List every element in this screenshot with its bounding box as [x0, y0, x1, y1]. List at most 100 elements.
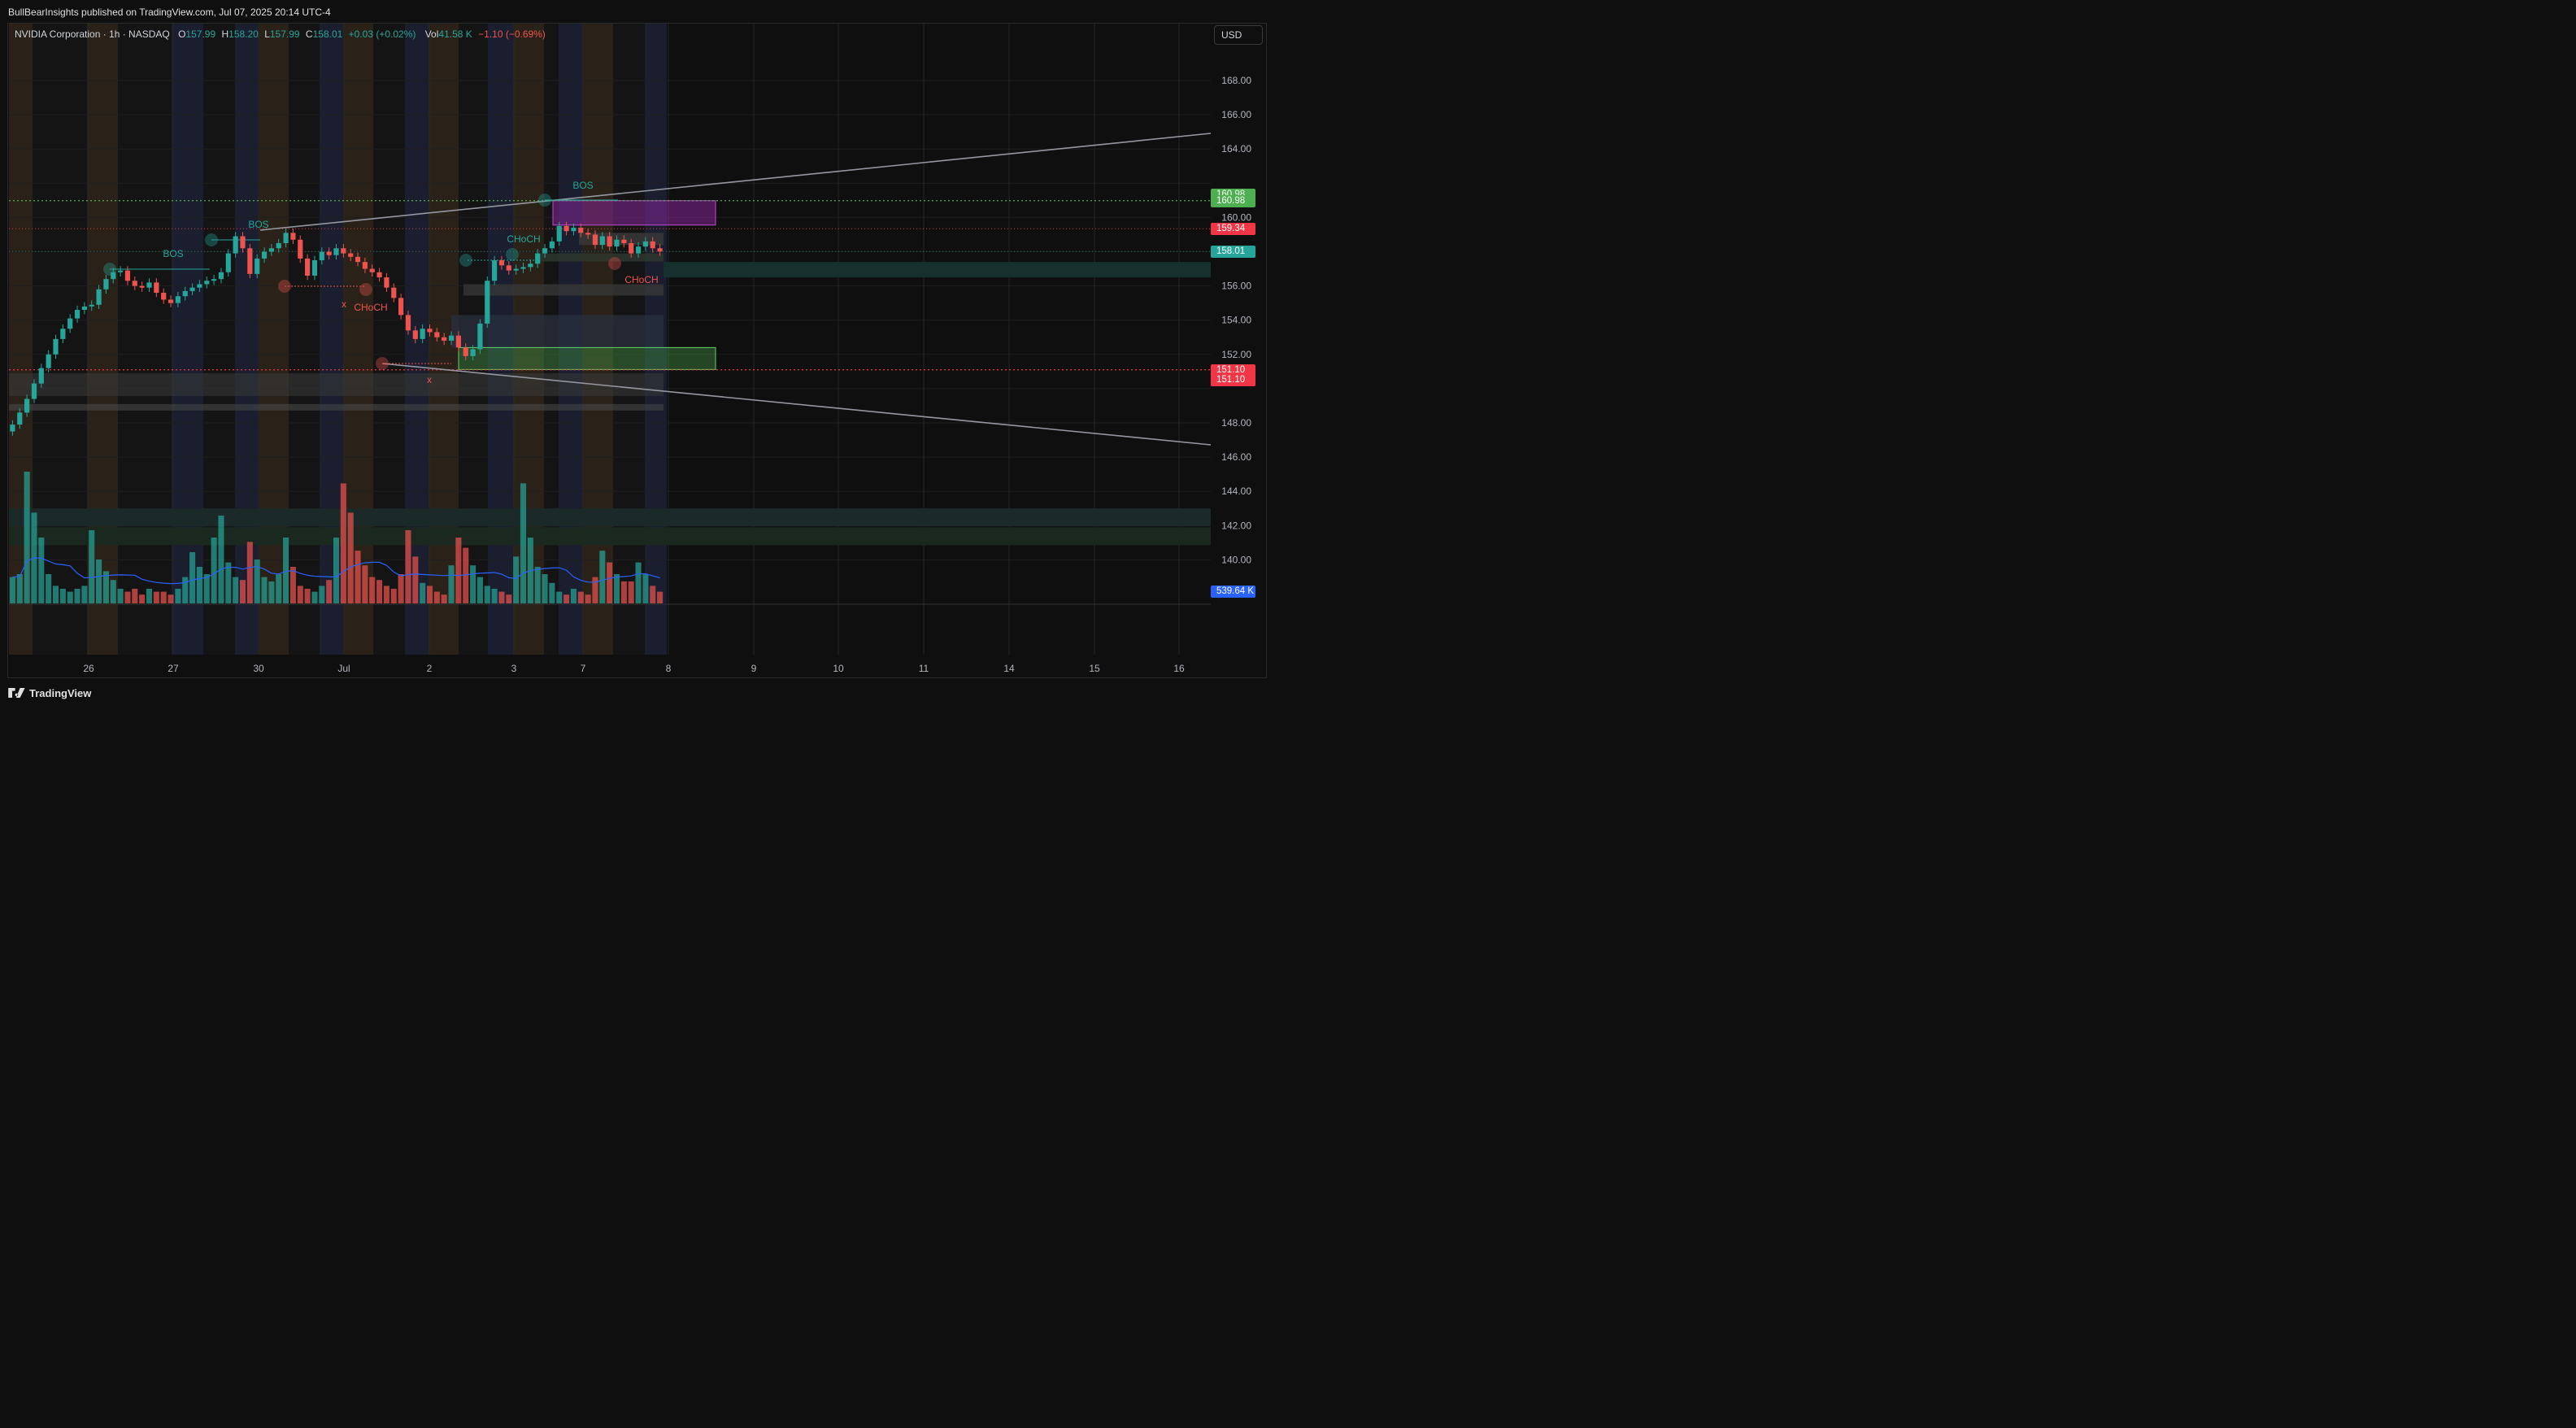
candle-body: [111, 272, 116, 280]
candle-body: [592, 234, 598, 246]
structure-label: CHoCH: [507, 233, 540, 245]
candle-body: [38, 368, 44, 384]
candle-body: [276, 242, 281, 249]
volume-bar: [620, 581, 627, 603]
candle-body: [255, 258, 260, 274]
volume-bar: [333, 538, 340, 603]
volume-bar: [420, 582, 426, 603]
volume-bar: [203, 574, 210, 603]
volume-bar: [24, 472, 30, 603]
volume-label: Vol: [424, 28, 439, 40]
volume-bar: [405, 530, 411, 603]
order-block-zone: [451, 315, 664, 348]
volume-bar: [74, 589, 80, 603]
volume-bar: [498, 591, 505, 603]
demand-zone: [458, 346, 716, 370]
high-label: H: [221, 28, 229, 40]
candle-body: [657, 248, 663, 252]
swing-point-marker: [538, 194, 551, 207]
chart-canvas[interactable]: BOS BOS BOS CHoCH CHoCH CHoCH x x 140.00 142.00 14…: [0, 0, 1275, 707]
volume-bar: [441, 594, 447, 603]
candle-body: [376, 272, 382, 278]
candle-body: [154, 282, 159, 294]
x-tick-label: 2: [427, 663, 433, 674]
volume-bar: [153, 591, 159, 603]
candle-body: [427, 329, 433, 333]
volume-bar: [239, 580, 246, 603]
candle-body: [132, 281, 137, 286]
swing-point-marker: [278, 280, 291, 293]
order-block-zone: [9, 403, 664, 411]
candle-body: [60, 329, 66, 339]
volume-bar: [650, 586, 656, 603]
tradingview-brand: TradingView: [29, 686, 92, 699]
volume-bar: [289, 567, 296, 603]
candle-body: [46, 354, 51, 368]
zone-band-upper: [9, 508, 1211, 527]
volume-bar: [175, 589, 181, 603]
candle-body: [247, 248, 253, 274]
volume-bar: [283, 538, 289, 603]
volume-bar: [146, 589, 153, 603]
volume-bar: [16, 574, 23, 603]
volume-bar: [297, 586, 303, 603]
price-tag: 539.64 K: [1211, 586, 1255, 598]
volume-bar: [549, 582, 555, 603]
volume-bar: [570, 589, 577, 603]
candle-body: [542, 248, 548, 254]
x-tick-label: 16: [1173, 663, 1185, 674]
structure-label: BOS: [572, 180, 593, 191]
volume-bar: [613, 574, 620, 603]
volume-bar: [347, 512, 354, 603]
candle-body: [268, 248, 274, 252]
candle-body: [614, 239, 620, 247]
volume-bar: [218, 516, 224, 603]
volume-bar: [261, 577, 268, 603]
y-tick-label: 168.00: [1221, 75, 1251, 86]
candle-body: [549, 241, 555, 249]
candle-body: [197, 284, 202, 288]
volume-bar: [506, 594, 512, 603]
volume-bar: [455, 538, 462, 603]
candle-body: [175, 296, 181, 303]
candle-body: [571, 228, 577, 232]
volume-bar: [233, 577, 239, 603]
candle-body: [24, 398, 30, 413]
candle-body: [520, 267, 526, 269]
candle-body: [635, 246, 642, 254]
volume-bar: [463, 547, 469, 603]
volume-bar: [376, 580, 383, 603]
volume-bar: [585, 594, 591, 603]
candle-body: [204, 281, 210, 285]
supply-zone: [552, 200, 716, 226]
symbol-title[interactable]: NVIDIA Corporation · 1h · NASDAQ: [15, 28, 170, 40]
currency-button[interactable]: USD: [1214, 25, 1263, 45]
candle-body: [233, 236, 238, 254]
candle-body: [298, 239, 303, 259]
volume-bar: [390, 589, 397, 603]
x-tick-label: 8: [666, 663, 672, 674]
volume-bar: [304, 589, 311, 603]
volume-bar: [211, 538, 217, 603]
volume-bar: [642, 574, 649, 603]
volume-bar: [564, 594, 570, 603]
volume-bar: [225, 562, 232, 603]
volume-bar: [124, 591, 131, 603]
tradingview-footer[interactable]: TradingView: [8, 686, 91, 700]
candle-body: [53, 338, 59, 355]
swing-point-marker: [459, 254, 472, 267]
candle-body: [362, 262, 368, 269]
candle-body: [391, 287, 397, 298]
volume-bar: [476, 577, 483, 603]
candle-body: [168, 299, 174, 303]
candle-body: [319, 251, 324, 261]
y-tick-label: 142.00: [1221, 520, 1251, 531]
volume-bar: [426, 586, 433, 603]
volume-bar: [628, 581, 634, 603]
volume-bar: [89, 530, 95, 603]
candle-body: [369, 268, 375, 272]
candle-body: [470, 349, 476, 356]
volume-change: −1.10 (−0.69%): [478, 28, 546, 40]
candle-body: [420, 329, 425, 339]
candle-body: [585, 233, 591, 235]
